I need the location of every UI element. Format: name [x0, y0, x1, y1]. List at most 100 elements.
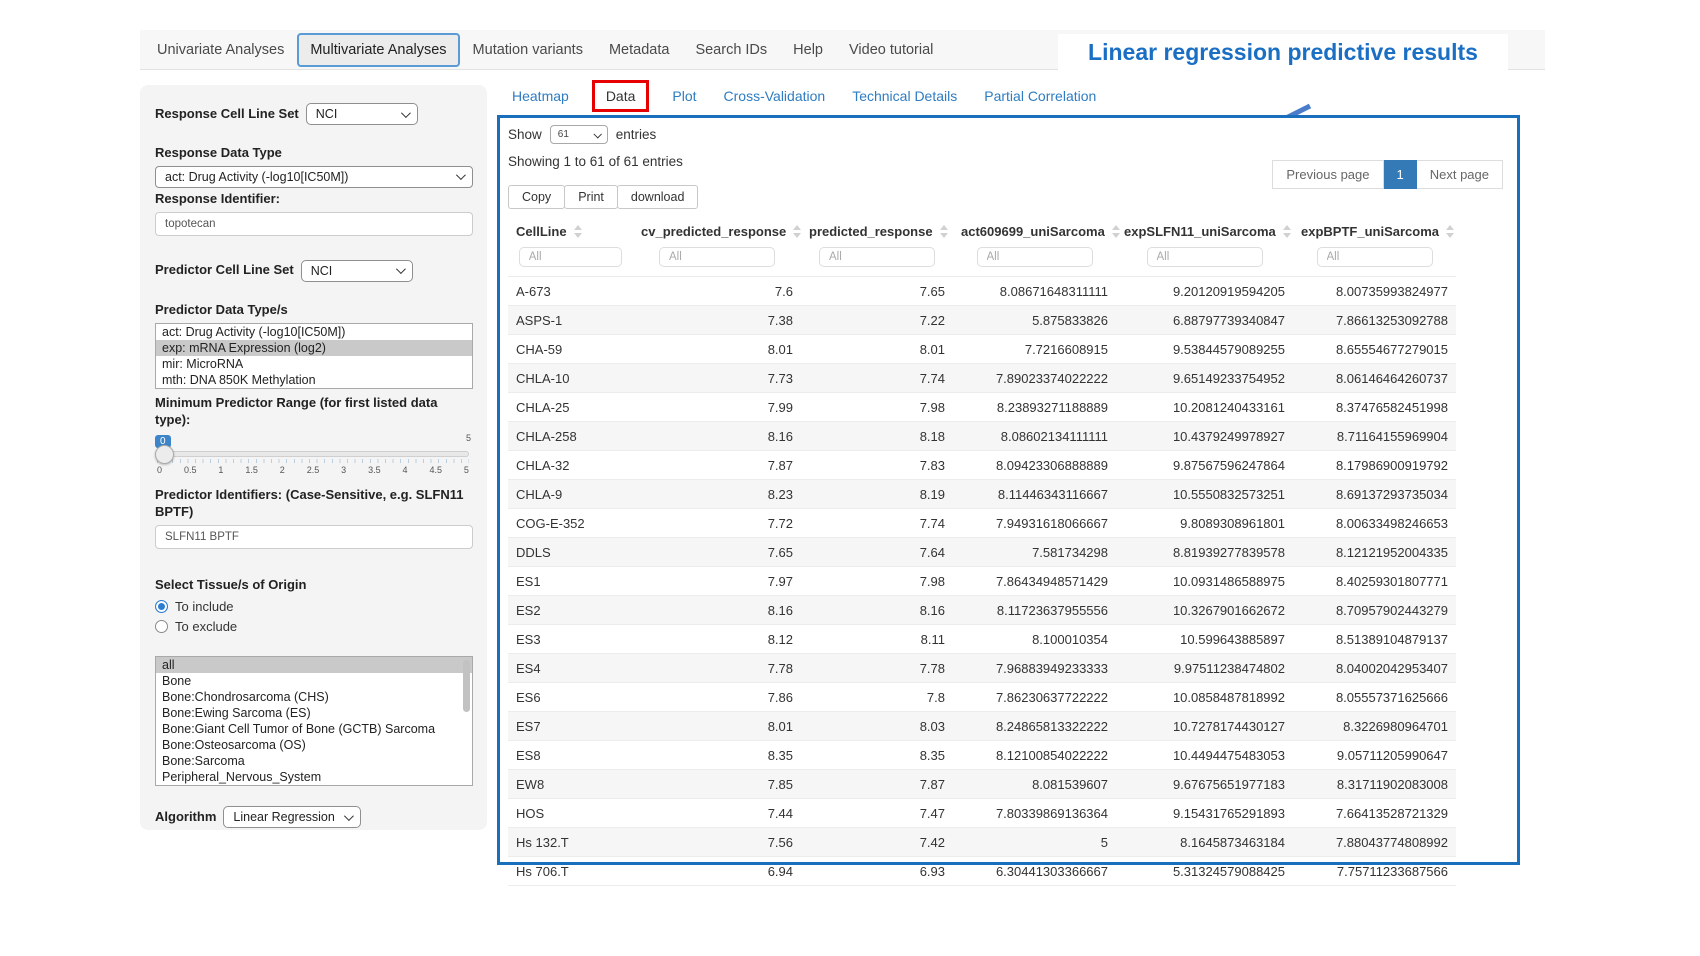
act609699-cell: 5 [953, 828, 1116, 857]
column-filter-input[interactable] [1317, 247, 1433, 267]
cellline-cell: A-673 [508, 277, 633, 306]
tissue-radio[interactable]: To include [155, 599, 472, 614]
tissue-option[interactable]: Bone:Giant Cell Tumor of Bone (GCTB) Sar… [156, 721, 472, 737]
algorithm-select[interactable]: Linear Regression [223, 806, 360, 828]
expslfn11-cell: 9.65149233754952 [1116, 364, 1293, 393]
nav-item[interactable]: Search IDs [682, 33, 780, 67]
cellline-cell: ES7 [508, 712, 633, 741]
table-row: ES7 8.01 8.03 8.24865813322222 10.727817… [508, 712, 1456, 741]
nav-item[interactable]: Video tutorial [836, 33, 946, 67]
nav-item[interactable]: Mutation variants [460, 33, 596, 67]
export-button[interactable]: Print [564, 185, 618, 209]
export-button[interactable]: Copy [508, 185, 565, 209]
table-row: ASPS-1 7.38 7.22 5.875833826 6.887977393… [508, 306, 1456, 335]
cellline-cell: ES6 [508, 683, 633, 712]
column-filter-input[interactable] [1147, 247, 1263, 267]
cv-predicted-response-cell: 8.01 [633, 335, 801, 364]
predictor-cell-line-set-select[interactable]: NCI [301, 260, 413, 282]
nav-item[interactable]: Help [780, 33, 836, 67]
cv-predicted-response-cell: 7.86 [633, 683, 801, 712]
cv-predicted-response-cell: 7.65 [633, 538, 801, 567]
act609699-cell: 8.23893271188889 [953, 393, 1116, 422]
sort-icon [1283, 225, 1291, 238]
cellline-cell: ES3 [508, 625, 633, 654]
response-cell-line-set-select[interactable]: NCI [306, 103, 418, 125]
column-filter-input[interactable] [519, 247, 623, 267]
act609699-cell: 7.7216608915 [953, 335, 1116, 364]
expbptf-cell: 8.40259301807771 [1293, 567, 1456, 596]
column-header-label: expSLFN11_uniSarcoma [1124, 224, 1276, 239]
slider-track[interactable] [157, 451, 469, 457]
predictor-data-type-option[interactable]: mth: DNA 850K Methylation [156, 372, 472, 388]
cv-predicted-response-cell: 7.56 [633, 828, 801, 857]
column-header[interactable]: predicted_response [801, 217, 953, 245]
filter-cell [1293, 245, 1456, 277]
tissue-option[interactable]: Peripheral_Nervous_System [156, 769, 472, 785]
expslfn11-cell: 9.20120919594205 [1116, 277, 1293, 306]
act609699-cell: 8.11446343116667 [953, 480, 1116, 509]
result-tab[interactable]: Heatmap [512, 88, 569, 104]
response-data-type-select[interactable]: act: Drug Activity (-log10[IC50M]) [155, 166, 473, 188]
column-header[interactable]: act609699_uniSarcoma [953, 217, 1116, 245]
result-tab[interactable]: Technical Details [852, 88, 957, 104]
filter-cell [508, 245, 633, 277]
response-identifier-input[interactable]: topotecan [155, 212, 473, 236]
nav-item[interactable]: Multivariate Analyses [297, 33, 459, 67]
table-row: CHLA-258 8.16 8.18 8.08602134111111 10.4… [508, 422, 1456, 451]
table-row: EW8 7.85 7.87 8.081539607 9.676756519771… [508, 770, 1456, 799]
column-header[interactable]: expBPTF_uniSarcoma [1293, 217, 1456, 245]
column-filter-input[interactable] [977, 247, 1093, 267]
table-row: CHLA-10 7.73 7.74 7.89023374022222 9.651… [508, 364, 1456, 393]
pagination: Previous page 1 Next page [1272, 160, 1503, 189]
predictor-identifiers-input[interactable]: SLFN11 BPTF [155, 525, 473, 549]
tissue-radio[interactable]: To exclude [155, 619, 472, 634]
predicted-response-cell: 8.01 [801, 335, 953, 364]
expslfn11-cell: 9.97511238474802 [1116, 654, 1293, 683]
nav-item[interactable]: Metadata [596, 33, 682, 67]
tissue-option[interactable]: Bone [156, 673, 472, 689]
column-filter-input[interactable] [659, 247, 775, 267]
filter-cell [633, 245, 801, 277]
predictor-data-type-option[interactable]: act: Drug Activity (-log10[IC50M]) [156, 324, 472, 340]
expbptf-cell: 8.69137293735034 [1293, 480, 1456, 509]
listbox-scrollbar[interactable] [463, 660, 470, 712]
column-header[interactable]: CellLine [508, 217, 633, 245]
predictor-data-type-option[interactable]: exp: mRNA Expression (log2) [156, 340, 472, 356]
table-row: ES2 8.16 8.16 8.11723637955556 10.326790… [508, 596, 1456, 625]
tissue-option[interactable]: Bone:Sarcoma [156, 753, 472, 769]
result-tab[interactable]: Partial Correlation [984, 88, 1096, 104]
table-row: CHA-59 8.01 8.01 7.7216608915 9.53844579… [508, 335, 1456, 364]
next-page-button[interactable]: Next page [1417, 160, 1503, 189]
predicted-response-cell: 7.78 [801, 654, 953, 683]
expbptf-cell: 7.88043774808992 [1293, 828, 1456, 857]
result-tab[interactable]: Data [592, 80, 650, 112]
nav-item[interactable]: Univariate Analyses [144, 33, 297, 67]
predicted-response-cell: 7.47 [801, 799, 953, 828]
table-header-row: CellLine cv_predicted_response predicted… [508, 217, 1456, 245]
tissue-option[interactable]: Bone:Chondrosarcoma (CHS) [156, 689, 472, 705]
column-header-label: cv_predicted_response [641, 224, 786, 239]
tissue-option[interactable]: Bone:Ewing Sarcoma (ES) [156, 705, 472, 721]
show-entries-select[interactable]: 61 [550, 125, 608, 144]
column-header[interactable]: expSLFN11_uniSarcoma [1116, 217, 1293, 245]
result-tabs: Heatmap Data Plot Cross-Validation Techn… [512, 88, 1096, 104]
export-button[interactable]: download [617, 185, 699, 209]
page-number-button[interactable]: 1 [1384, 160, 1417, 189]
table-row: CHLA-9 8.23 8.19 8.11446343116667 10.555… [508, 480, 1456, 509]
slider-tickmarks [157, 459, 469, 463]
column-filter-input[interactable] [819, 247, 935, 267]
cv-predicted-response-cell: 8.01 [633, 712, 801, 741]
show-entries-suffix: entries [616, 127, 657, 142]
result-tab[interactable]: Plot [672, 88, 696, 104]
cellline-cell: CHLA-32 [508, 451, 633, 480]
tissue-option[interactable]: all [156, 657, 472, 673]
response-data-type-label: Response Data Type [155, 145, 472, 162]
cellline-cell: CHA-59 [508, 335, 633, 364]
result-tab[interactable]: Cross-Validation [724, 88, 826, 104]
algorithm-label: Algorithm [155, 809, 216, 826]
predictor-data-type-option[interactable]: mir: MicroRNA [156, 356, 472, 372]
column-header[interactable]: cv_predicted_response [633, 217, 801, 245]
expbptf-cell: 8.3226980964701 [1293, 712, 1456, 741]
tissue-option[interactable]: Bone:Osteosarcoma (OS) [156, 737, 472, 753]
previous-page-button[interactable]: Previous page [1272, 160, 1383, 189]
